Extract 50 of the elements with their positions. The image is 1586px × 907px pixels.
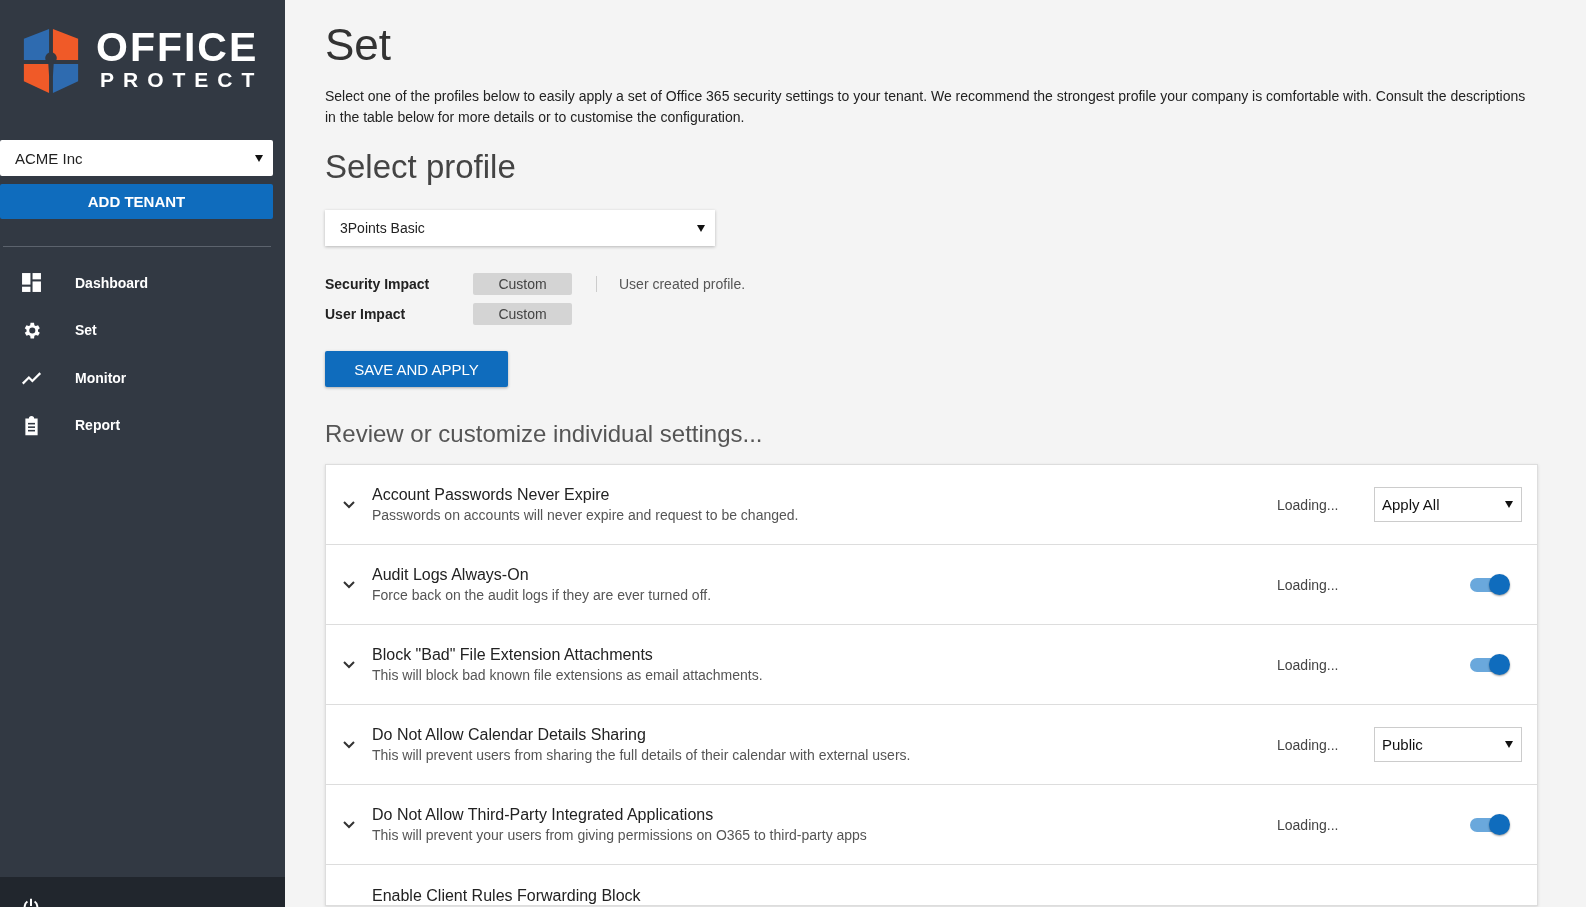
impact-badge: Custom bbox=[473, 303, 572, 325]
setting-description: This will prevent your users from giving permissions on O365 to third-party apps bbox=[372, 827, 868, 843]
chevron-down-icon[interactable] bbox=[342, 819, 356, 830]
logo-wordmark: OFFICE bbox=[96, 27, 260, 67]
setting-title: Enable Client Rules Forwarding Block bbox=[372, 887, 642, 905]
nav-item[interactable]: Monitor bbox=[0, 354, 285, 402]
impact-badge: Custom bbox=[473, 273, 572, 295]
section-heading: Select profile bbox=[325, 147, 517, 187]
caret-icon bbox=[255, 154, 263, 162]
chevron-down-icon[interactable] bbox=[342, 499, 356, 510]
tenant-select[interactable]: ACME Inc bbox=[0, 140, 273, 176]
nav-item[interactable]: Dashboard bbox=[0, 259, 285, 307]
setting-description: Force back on the audit logs if they are ever turned off. bbox=[372, 587, 713, 603]
nav-item[interactable]: Set bbox=[0, 306, 285, 354]
toggle-switch[interactable] bbox=[1470, 817, 1508, 832]
status-text: Loading... bbox=[1277, 576, 1340, 593]
intro-text: Select one of the profiles below to easily apply a set of Office 365 security settings to your tenant. We recommend the strongest profile your company is comfortable with. Consult the descriptions in the table below for more details or to customise the configuration. bbox=[325, 87, 1527, 127]
profile-select[interactable]: 3Points Basic bbox=[325, 210, 715, 246]
caret-icon bbox=[1505, 501, 1513, 508]
setting-title: Do Not Allow Calendar Details Sharing bbox=[372, 726, 647, 744]
section-heading: Review or customize individual settings... bbox=[325, 419, 764, 449]
setting-title: Audit Logs Always-On bbox=[372, 566, 530, 584]
setting-description: This will prevent users from sharing the full details of their calendar with external users. bbox=[372, 747, 912, 763]
setting-description: Passwords on accounts will never expire and request to be changed. bbox=[372, 507, 800, 523]
chevron-down-icon[interactable] bbox=[342, 659, 356, 670]
impact-label: User Impact bbox=[325, 306, 407, 322]
setting-select[interactable]: Public bbox=[1374, 727, 1522, 762]
toggle-switch[interactable] bbox=[1470, 577, 1508, 592]
logo-subtitle: PROTECT bbox=[99, 67, 264, 93]
setting-description: This will block bad known file extensions as email attachments. bbox=[372, 667, 764, 683]
profile-note: User created profile. bbox=[596, 276, 746, 292]
setting-title: Block "Bad" File Extension Attachments bbox=[372, 646, 654, 664]
status-text: Loading... bbox=[1277, 656, 1340, 673]
status-text: Loading... bbox=[1277, 816, 1340, 833]
caret-icon bbox=[1505, 741, 1513, 748]
chevron-down-icon[interactable] bbox=[342, 739, 356, 750]
nav-item[interactable]: Report bbox=[0, 401, 285, 449]
chevron-down-icon[interactable] bbox=[342, 579, 356, 590]
setting-title: Account Passwords Never Expire bbox=[372, 486, 611, 504]
add-tenant-button[interactable]: ADD TENANT bbox=[0, 184, 273, 219]
dashboard-icon bbox=[21, 272, 42, 294]
caret-icon bbox=[697, 224, 705, 232]
page-title: Set bbox=[325, 20, 393, 70]
toggle-switch[interactable] bbox=[1470, 657, 1508, 672]
status-text: Loading... bbox=[1277, 736, 1340, 753]
save-and-apply-button[interactable]: SAVE AND APPLY bbox=[325, 351, 508, 387]
setting-title: Do Not Allow Third-Party Integrated Applications bbox=[372, 806, 715, 824]
impact-label: Security Impact bbox=[325, 276, 431, 292]
setting-select[interactable]: Apply All bbox=[1374, 487, 1522, 522]
status-text: Loading... bbox=[1277, 496, 1340, 513]
